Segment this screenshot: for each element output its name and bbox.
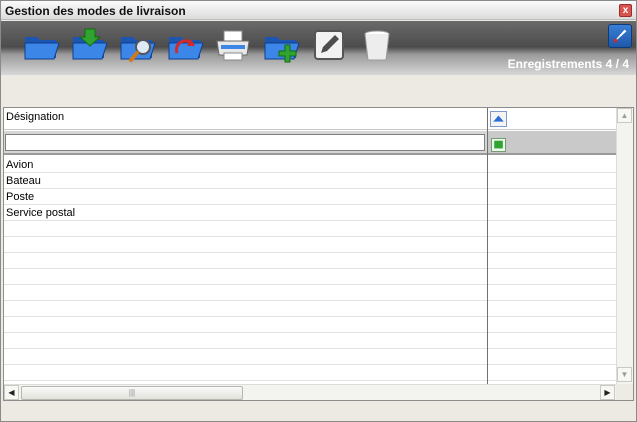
side-row bbox=[488, 333, 616, 349]
table-row bbox=[4, 253, 487, 269]
records-counter: Enregistrements 4 / 4 bbox=[507, 57, 629, 71]
close-button[interactable]: x bbox=[619, 4, 632, 17]
horizontal-scrollbar[interactable]: ◀ ||| ▶ bbox=[4, 384, 616, 400]
trash-icon bbox=[364, 30, 390, 61]
horizontal-scroll-thumb[interactable]: ||| bbox=[21, 386, 243, 400]
side-filter bbox=[488, 131, 616, 155]
import-button[interactable] bbox=[69, 25, 109, 65]
folder-add-icon bbox=[264, 37, 300, 63]
printer-icon bbox=[216, 30, 250, 61]
sort-button[interactable] bbox=[490, 111, 507, 127]
brush-icon bbox=[613, 29, 627, 43]
table-row bbox=[4, 221, 487, 237]
filter-input[interactable] bbox=[5, 134, 485, 151]
toolbar: Enregistrements 4 / 4 bbox=[1, 21, 636, 75]
filter-row bbox=[4, 131, 487, 155]
folder-icon bbox=[24, 37, 60, 60]
app-window: Gestion des modes de livraison x Enregis… bbox=[0, 0, 637, 422]
side-row bbox=[488, 365, 616, 381]
grid-side-column bbox=[488, 108, 616, 384]
side-rows bbox=[488, 157, 616, 381]
vertical-scrollbar[interactable]: ▲ ▼ bbox=[616, 108, 633, 384]
side-row bbox=[488, 301, 616, 317]
side-row bbox=[488, 189, 616, 205]
table-row bbox=[4, 349, 487, 365]
edit-button[interactable] bbox=[309, 25, 349, 65]
table-row bbox=[4, 365, 487, 381]
scroll-right-button[interactable]: ▶ bbox=[600, 385, 615, 400]
side-row bbox=[488, 221, 616, 237]
table-row[interactable]: Avion bbox=[4, 157, 487, 173]
table-row bbox=[4, 301, 487, 317]
folder-arrow-icon bbox=[72, 28, 108, 60]
triangle-up-icon bbox=[493, 115, 504, 122]
data-grid: Désignation Avion Bateau Poste Service post… bbox=[3, 107, 634, 401]
refresh-button[interactable] bbox=[165, 25, 205, 65]
table-row bbox=[4, 285, 487, 301]
side-row bbox=[488, 349, 616, 365]
pencil-icon bbox=[314, 30, 344, 60]
grid-rows: Avion Bateau Poste Service postal bbox=[4, 157, 487, 381]
folder-search-icon bbox=[120, 37, 156, 62]
side-row bbox=[488, 157, 616, 173]
side-header bbox=[488, 108, 616, 130]
side-row bbox=[488, 237, 616, 253]
title-bar: Gestion des modes de livraison x bbox=[1, 1, 636, 20]
window-title: Gestion des modes de livraison bbox=[5, 4, 186, 18]
side-row bbox=[488, 205, 616, 221]
scroll-corner bbox=[616, 384, 633, 400]
side-row bbox=[488, 285, 616, 301]
scroll-down-button[interactable]: ▼ bbox=[617, 367, 632, 382]
filter-apply-button[interactable] bbox=[491, 138, 506, 152]
table-row[interactable]: Service postal bbox=[4, 205, 487, 221]
table-row[interactable]: Bateau bbox=[4, 173, 487, 189]
add-button[interactable] bbox=[261, 25, 301, 65]
status-bar bbox=[3, 403, 634, 420]
table-row bbox=[4, 333, 487, 349]
side-row bbox=[488, 253, 616, 269]
table-row bbox=[4, 317, 487, 333]
delete-button[interactable] bbox=[357, 25, 397, 65]
side-row bbox=[488, 317, 616, 333]
side-row bbox=[488, 173, 616, 189]
green-square-icon bbox=[494, 140, 503, 149]
scroll-left-button[interactable]: ◀ bbox=[4, 385, 19, 400]
table-row bbox=[4, 269, 487, 285]
customize-button[interactable] bbox=[608, 24, 632, 48]
grid-main-column: Désignation Avion Bateau Poste Service post… bbox=[4, 108, 487, 384]
open-folder-button[interactable] bbox=[21, 25, 61, 65]
side-row bbox=[488, 269, 616, 285]
table-row[interactable]: Poste bbox=[4, 189, 487, 205]
search-button[interactable] bbox=[117, 25, 157, 65]
print-button[interactable] bbox=[213, 25, 253, 65]
folder-refresh-icon bbox=[168, 37, 204, 60]
scroll-up-button[interactable]: ▲ bbox=[617, 108, 632, 123]
column-header-designation[interactable]: Désignation bbox=[4, 108, 487, 130]
table-row bbox=[4, 237, 487, 253]
